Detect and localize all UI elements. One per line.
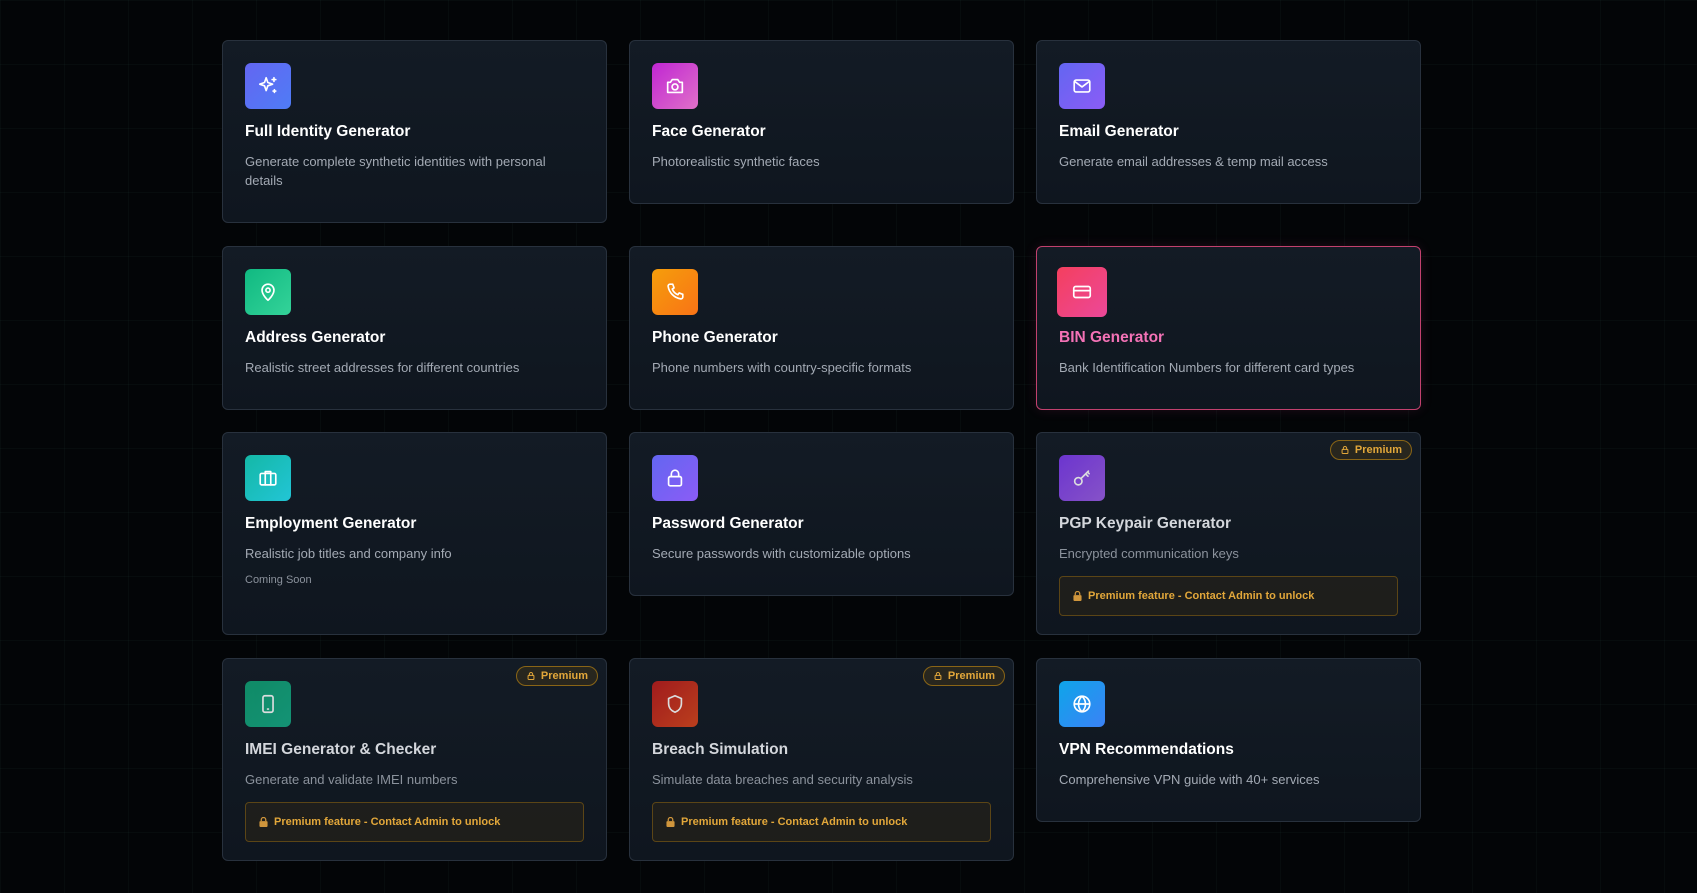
card-title: Phone Generator <box>652 329 778 346</box>
sparkles-icon <box>245 63 291 109</box>
lock-icon <box>652 455 698 501</box>
card-description: Simulate data breaches and security anal… <box>652 772 913 787</box>
card-description: Generate email addresses & temp mail acc… <box>1059 154 1328 169</box>
card-vpn-recommendations[interactable]: VPN Recommendations Comprehensive VPN gu… <box>1036 658 1421 822</box>
card-description: Comprehensive VPN guide with 40+ service… <box>1059 772 1320 787</box>
key-icon <box>1059 455 1105 501</box>
padlock-icon <box>259 817 268 827</box>
premium-badge-label: Premium <box>540 670 588 682</box>
card-title: Face Generator <box>652 123 766 140</box>
premium-unlock-text: Premium feature - Contact Admin to unloc… <box>681 816 908 828</box>
shield-icon <box>652 681 698 727</box>
map-pin-icon <box>245 269 291 315</box>
card-employment-generator[interactable]: Employment Generator Realistic job title… <box>222 432 607 635</box>
card-bin-generator[interactable]: BIN Generator Bank Identification Number… <box>1036 246 1421 410</box>
lock-icon <box>934 672 942 681</box>
premium-badge: Premium <box>515 666 598 686</box>
card-title: IMEI Generator & Checker <box>245 741 437 758</box>
premium-unlock-notice: Premium feature - Contact Admin to unloc… <box>1059 576 1398 616</box>
card-breach-simulation[interactable]: Premium Breach Simulation Simulate data … <box>629 658 1014 861</box>
card-email-generator[interactable]: Email Generator Generate email addresses… <box>1036 40 1421 204</box>
premium-badge: Premium <box>922 666 1005 686</box>
card-title: VPN Recommendations <box>1059 741 1234 758</box>
phone-icon <box>652 269 698 315</box>
card-title: Address Generator <box>245 329 386 346</box>
padlock-icon <box>1073 591 1082 601</box>
card-description: Phone numbers with country-specific form… <box>652 360 912 375</box>
coming-soon-label: Coming Soon <box>245 574 312 586</box>
card-pgp-keypair-generator[interactable]: Premium PGP Keypair Generator Encrypted … <box>1036 432 1421 635</box>
smartphone-icon <box>245 681 291 727</box>
premium-unlock-text: Premium feature - Contact Admin to unloc… <box>274 816 501 828</box>
card-title: BIN Generator <box>1059 329 1165 346</box>
card-imei-generator-checker[interactable]: Premium IMEI Generator & Checker Generat… <box>222 658 607 861</box>
card-address-generator[interactable]: Address Generator Realistic street addre… <box>222 246 607 410</box>
camera-icon <box>652 63 698 109</box>
card-password-generator[interactable]: Password Generator Secure passwords with… <box>629 432 1014 596</box>
card-phone-generator[interactable]: Phone Generator Phone numbers with count… <box>629 246 1014 410</box>
globe-icon <box>1059 681 1105 727</box>
card-face-generator[interactable]: Face Generator Photorealistic synthetic … <box>629 40 1014 204</box>
lock-icon <box>527 672 535 681</box>
card-title: Password Generator <box>652 515 804 532</box>
card-title: Email Generator <box>1059 123 1179 140</box>
card-description: Generate complete synthetic identities w… <box>245 154 546 188</box>
premium-badge: Premium <box>1329 440 1412 460</box>
premium-badge-label: Premium <box>1354 444 1402 456</box>
card-description: Photorealistic synthetic faces <box>652 154 820 169</box>
card-title: Full Identity Generator <box>245 123 411 140</box>
card-title: Employment Generator <box>245 515 417 532</box>
mail-icon <box>1059 63 1105 109</box>
card-title: PGP Keypair Generator <box>1059 515 1232 532</box>
padlock-icon <box>666 817 675 827</box>
card-description: Secure passwords with customizable optio… <box>652 546 911 561</box>
generator-grid: Full Identity Generator Generate complet… <box>222 40 1422 861</box>
card-description: Bank Identification Numbers for differen… <box>1059 360 1355 375</box>
card-description: Realistic street addresses for different… <box>245 360 520 375</box>
lock-icon <box>1341 446 1349 455</box>
card-full-identity-generator[interactable]: Full Identity Generator Generate complet… <box>222 40 607 223</box>
credit-card-icon <box>1057 267 1107 317</box>
premium-unlock-text: Premium feature - Contact Admin to unloc… <box>1088 590 1315 602</box>
card-title: Breach Simulation <box>652 741 789 758</box>
premium-unlock-notice: Premium feature - Contact Admin to unloc… <box>652 802 991 842</box>
card-description: Encrypted communication keys <box>1059 546 1239 561</box>
card-description: Realistic job titles and company info <box>245 546 452 561</box>
briefcase-icon <box>245 455 291 501</box>
card-description: Generate and validate IMEI numbers <box>245 772 458 787</box>
premium-unlock-notice: Premium feature - Contact Admin to unloc… <box>245 802 584 842</box>
premium-badge-label: Premium <box>947 670 995 682</box>
